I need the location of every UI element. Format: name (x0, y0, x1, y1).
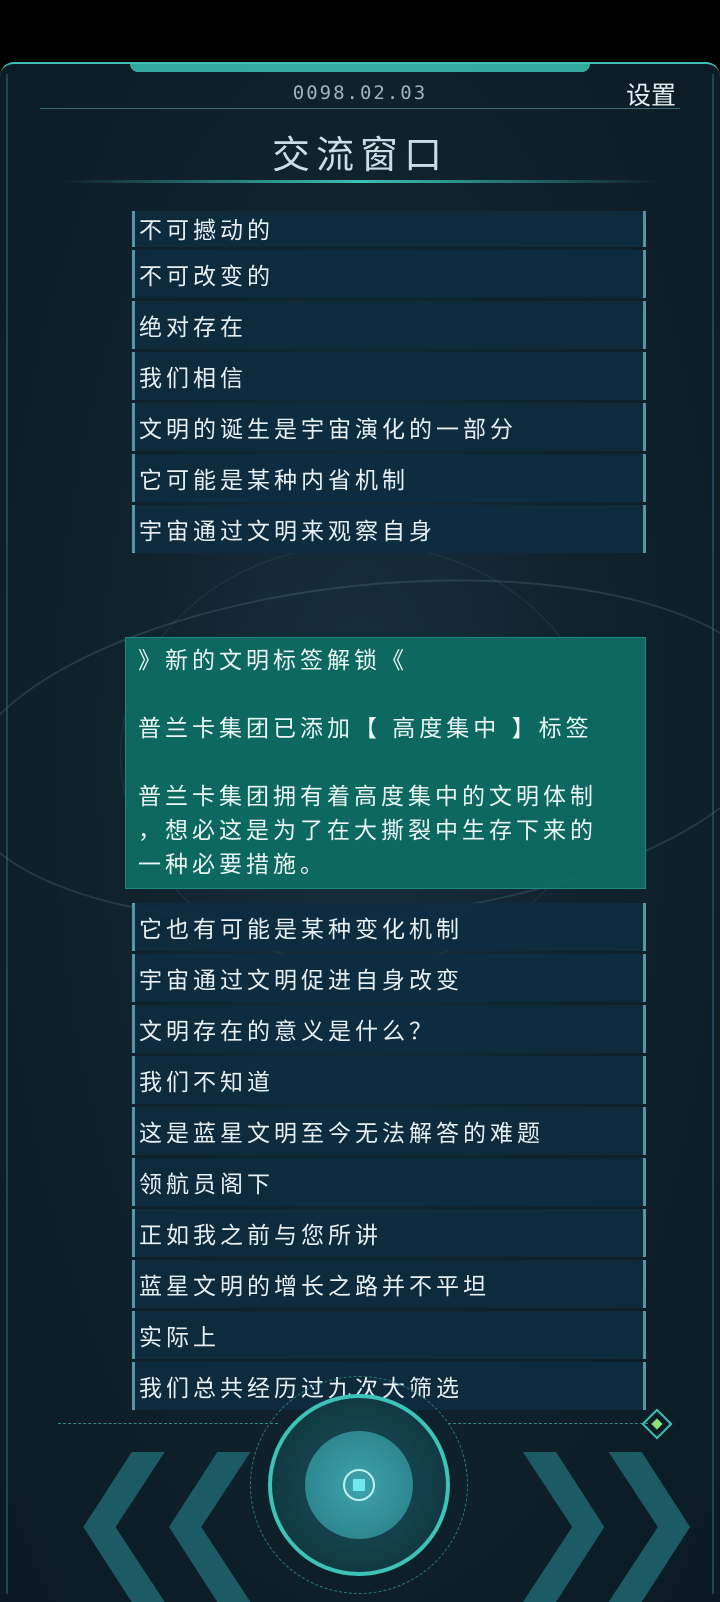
civilization-tag-unlock-notice[interactable]: 》新的文明标签解锁《 普兰卡集团已添加【 高度集中 】标签 普兰卡集团拥有着高度… (125, 637, 646, 889)
game-date: 0098.02.03 (292, 82, 428, 104)
dial-core-icon (343, 1469, 375, 1501)
notice-body-line: 普兰卡集团拥有着高度集中的文明体制 (138, 784, 597, 810)
message-row[interactable]: 它可能是某种内省机制 (132, 454, 646, 502)
message-row[interactable]: 领航员阁下 (132, 1158, 646, 1206)
header-divider (40, 108, 680, 109)
title-underline (60, 180, 660, 183)
top-glow-bar (130, 64, 590, 72)
notice-body-line: ，想必这是为了在大撕裂中生存下来的 (138, 818, 597, 844)
page-title: 交流窗口 (271, 133, 448, 177)
center-dial-button[interactable] (268, 1394, 450, 1576)
notice-body-line: 一种必要措施。 (138, 852, 327, 878)
notice-header: 》新的文明标签解锁《 (138, 648, 408, 674)
message-row[interactable]: 文明存在的意义是什么？ (132, 1005, 646, 1053)
dial-inner-disc (305, 1431, 413, 1539)
message-row[interactable]: 不可撼动的 (132, 211, 646, 247)
message-row[interactable]: 它也有可能是某种变化机制 (132, 903, 646, 951)
message-row[interactable]: 正如我之前与您所讲 (132, 1209, 646, 1257)
message-row[interactable]: 不可改变的 (132, 250, 646, 298)
message-row[interactable]: 蓝星文明的增长之路并不平坦 (132, 1260, 646, 1308)
message-row[interactable]: 宇宙通过文明来观察自身 (132, 505, 646, 553)
message-row[interactable]: 这是蓝星文明至今无法解答的难题 (132, 1107, 646, 1155)
settings-button[interactable]: 设置 (626, 76, 676, 112)
message-row[interactable]: 宇宙通过文明促进自身改变 (132, 954, 646, 1002)
message-row[interactable]: 我们相信 (132, 352, 646, 400)
double-chevron-right-icon[interactable]: ❯❯ (500, 1440, 711, 1590)
message-row[interactable]: 绝对存在 (132, 301, 646, 349)
double-chevron-left-icon[interactable]: ❮❮ (62, 1440, 273, 1590)
bottom-controls: ❮❮ ❯❯ (0, 1330, 720, 1600)
notice-tag-line: 普兰卡集团已添加【 高度集中 】标签 (138, 716, 593, 742)
message-row[interactable]: 文明的诞生是宇宙演化的一部分 (132, 403, 646, 451)
dashed-line-right (448, 1423, 648, 1424)
message-row[interactable]: 我们不知道 (132, 1056, 646, 1104)
dashed-line-left (58, 1423, 278, 1424)
message-list-top: 不可撼动的 不可改变的 绝对存在 我们相信 文明的诞生是宇宙演化的一部分 它可能… (132, 211, 646, 556)
